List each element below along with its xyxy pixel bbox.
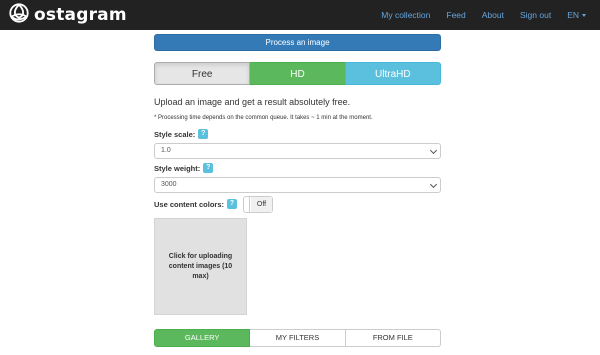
- nav-my-collection[interactable]: My collection: [381, 10, 430, 20]
- tab-gallery[interactable]: GALLERY: [154, 329, 251, 347]
- caret-down-icon: [582, 14, 586, 18]
- processing-time-note: * Processing time depends on the common …: [154, 115, 373, 121]
- style-scale-label: Style scale:: [154, 129, 196, 139]
- style-weight-label: Style weight:: [154, 163, 201, 173]
- toggle-handle: [244, 197, 250, 212]
- style-scale-select[interactable]: 1.0: [154, 143, 441, 159]
- nav-links: My collection Feed About Sign out EN: [365, 0, 586, 30]
- style-weight-value: 3000: [161, 181, 177, 188]
- language-dropdown[interactable]: EN: [567, 10, 586, 20]
- plan-description: Upload an image and get a result absolut…: [154, 97, 351, 107]
- nav-about[interactable]: About: [482, 10, 504, 20]
- content-colors-toggle[interactable]: Off: [243, 196, 273, 213]
- content-colors-label: Use content colors:: [154, 199, 225, 209]
- plan-ultrahd-button[interactable]: UltraHD: [344, 62, 441, 85]
- triquetra-logo-icon: [8, 2, 30, 29]
- content-colors-help-button[interactable]: ?: [227, 199, 238, 209]
- brand-name: ostagram: [34, 5, 127, 25]
- style-source-tabs: GALLERY MY FILTERS FROM FILE: [154, 329, 441, 347]
- chevron-down-icon: [429, 146, 438, 155]
- process-image-button[interactable]: Process an image: [154, 34, 441, 51]
- tab-from-file[interactable]: FROM FILE: [345, 329, 441, 347]
- plan-selector: Free HD UltraHD: [154, 62, 441, 85]
- toggle-state-label: Off: [251, 197, 272, 212]
- language-label: EN: [567, 10, 579, 20]
- upload-instructions: Click for uploading content images (10 m…: [168, 252, 233, 280]
- style-scale-help-button[interactable]: ?: [198, 129, 209, 139]
- plan-free-button[interactable]: Free: [154, 62, 251, 85]
- style-scale-label-row: Style scale: ?: [154, 129, 209, 139]
- upload-content-images-area[interactable]: Click for uploading content images (10 m…: [154, 218, 247, 315]
- plan-hd-button[interactable]: HD: [250, 62, 345, 85]
- nav-feed[interactable]: Feed: [446, 10, 465, 20]
- style-weight-help-button[interactable]: ?: [203, 163, 214, 173]
- brand[interactable]: ostagram: [8, 2, 127, 29]
- style-weight-select[interactable]: 3000: [154, 177, 441, 193]
- nav-sign-out[interactable]: Sign out: [520, 10, 551, 20]
- content-colors-label-row: Use content colors: ?: [154, 199, 238, 209]
- tab-my-filters[interactable]: MY FILTERS: [250, 329, 346, 347]
- navbar: ostagram My collection Feed About Sign o…: [0, 0, 600, 30]
- chevron-down-icon: [429, 180, 438, 189]
- style-weight-label-row: Style weight: ?: [154, 163, 214, 173]
- style-scale-value: 1.0: [161, 147, 171, 154]
